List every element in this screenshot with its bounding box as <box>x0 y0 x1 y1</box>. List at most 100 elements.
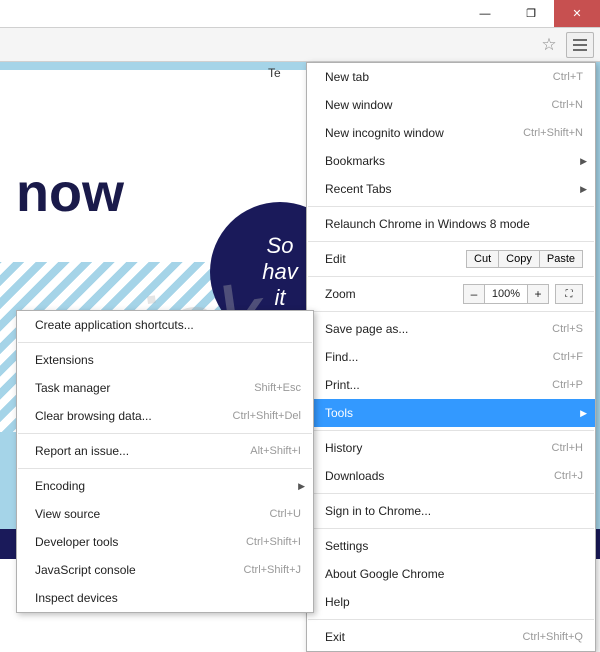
chrome-main-menu: New tabCtrl+TNew windowCtrl+NNew incogni… <box>306 62 596 652</box>
tools-menu-item-developer-tools[interactable]: Developer toolsCtrl+Shift+I <box>17 528 313 556</box>
menu-item-label: Extensions <box>35 353 301 367</box>
menu-item-label: Save page as... <box>325 322 552 336</box>
zoom-value: 100% <box>485 284 527 304</box>
main-menu-item-edit[interactable]: EditCutCopyPaste <box>307 245 595 273</box>
menu-shortcut: Ctrl+N <box>552 99 583 111</box>
menu-item-label: Task manager <box>35 381 254 395</box>
menu-separator <box>18 342 312 343</box>
main-menu-item-about-google-chrome[interactable]: About Google Chrome <box>307 560 595 588</box>
main-menu-item-help[interactable]: Help <box>307 588 595 616</box>
menu-item-label: Help <box>325 595 583 609</box>
menu-item-label: Find... <box>325 350 553 364</box>
menu-shortcut: Shift+Esc <box>254 382 301 394</box>
paste-button[interactable]: Paste <box>539 250 583 268</box>
menu-separator <box>18 433 312 434</box>
main-menu-item-exit[interactable]: ExitCtrl+Shift+Q <box>307 623 595 651</box>
menu-shortcut: Ctrl+S <box>552 323 583 335</box>
main-menu-item-recent-tabs[interactable]: Recent Tabs▶ <box>307 175 595 203</box>
cut-button[interactable]: Cut <box>466 250 498 268</box>
menu-shortcut: Ctrl+Shift+N <box>523 127 583 139</box>
edit-button-group: CutCopyPaste <box>466 250 583 268</box>
menu-item-label: Encoding <box>35 479 301 493</box>
window-minimize-button[interactable]: — <box>462 0 508 27</box>
menu-shortcut: Ctrl+H <box>552 442 583 454</box>
copy-button[interactable]: Copy <box>498 250 539 268</box>
hamburger-menu-button[interactable] <box>566 32 594 58</box>
main-menu-item-history[interactable]: HistoryCtrl+H <box>307 434 595 462</box>
menu-item-label: Clear browsing data... <box>35 409 233 423</box>
main-menu-item-settings[interactable]: Settings <box>307 532 595 560</box>
menu-separator <box>308 528 594 529</box>
tools-menu-item-clear-browsing-data[interactable]: Clear browsing data...Ctrl+Shift+Del <box>17 402 313 430</box>
main-menu-item-tools[interactable]: Tools▶ <box>307 399 595 427</box>
menu-separator <box>308 206 594 207</box>
main-menu-item-bookmarks[interactable]: Bookmarks▶ <box>307 147 595 175</box>
browser-toolbar: ☆ <box>0 28 600 62</box>
menu-separator <box>308 493 594 494</box>
submenu-arrow-icon: ▶ <box>580 184 587 195</box>
window-titlebar: — ❐ ✕ <box>0 0 600 28</box>
menu-item-label: Zoom <box>325 287 463 301</box>
menu-item-label: Recent Tabs <box>325 182 583 196</box>
menu-shortcut: Ctrl+Shift+I <box>246 536 301 548</box>
tools-menu-item-inspect-devices[interactable]: Inspect devices <box>17 584 313 612</box>
tools-menu-item-task-manager[interactable]: Task managerShift+Esc <box>17 374 313 402</box>
zoom-controls: –100%+ ⛶ <box>463 284 583 304</box>
menu-item-label: Inspect devices <box>35 591 301 605</box>
tools-menu-item-encoding[interactable]: Encoding▶ <box>17 472 313 500</box>
menu-item-label: Settings <box>325 539 583 553</box>
menu-item-label: Edit <box>325 252 466 266</box>
menu-separator <box>18 468 312 469</box>
menu-shortcut: Ctrl+Shift+Del <box>233 410 301 422</box>
bookmark-star-icon[interactable]: ☆ <box>538 34 560 56</box>
fullscreen-button[interactable]: ⛶ <box>555 284 583 304</box>
submenu-arrow-icon: ▶ <box>580 156 587 167</box>
main-menu-item-new-window[interactable]: New windowCtrl+N <box>307 91 595 119</box>
main-menu-item-find[interactable]: Find...Ctrl+F <box>307 343 595 371</box>
main-menu-item-save-page-as[interactable]: Save page as...Ctrl+S <box>307 315 595 343</box>
menu-separator <box>308 619 594 620</box>
menu-item-label: Downloads <box>325 469 554 483</box>
brand-heading: now <box>16 162 124 224</box>
menu-item-label: Create application shortcuts... <box>35 318 301 332</box>
menu-shortcut: Ctrl+P <box>552 379 583 391</box>
main-menu-item-zoom[interactable]: Zoom–100%+ ⛶ <box>307 280 595 308</box>
tools-menu-item-create-application-shortcuts[interactable]: Create application shortcuts... <box>17 311 313 339</box>
tools-submenu: Create application shortcuts... Extension… <box>16 310 314 613</box>
menu-separator <box>308 241 594 242</box>
menu-item-label: Sign in to Chrome... <box>325 504 583 518</box>
zoom-in-button[interactable]: + <box>527 284 549 304</box>
window-maximize-button[interactable]: ❐ <box>508 0 554 27</box>
menu-item-label: Report an issue... <box>35 444 250 458</box>
tools-menu-item-javascript-console[interactable]: JavaScript consoleCtrl+Shift+J <box>17 556 313 584</box>
menu-item-label: About Google Chrome <box>325 567 583 581</box>
main-menu-item-downloads[interactable]: DownloadsCtrl+J <box>307 462 595 490</box>
main-menu-item-new-incognito-window[interactable]: New incognito windowCtrl+Shift+N <box>307 119 595 147</box>
truncated-text: Te <box>268 66 281 80</box>
tools-menu-item-view-source[interactable]: View sourceCtrl+U <box>17 500 313 528</box>
tools-menu-item-extensions[interactable]: Extensions <box>17 346 313 374</box>
menu-item-label: New tab <box>325 70 553 84</box>
menu-shortcut: Ctrl+F <box>553 351 583 363</box>
menu-item-label: Bookmarks <box>325 154 583 168</box>
main-menu-item-sign-in-to-chrome[interactable]: Sign in to Chrome... <box>307 497 595 525</box>
tools-menu-item-report-an-issue[interactable]: Report an issue...Alt+Shift+I <box>17 437 313 465</box>
menu-shortcut: Ctrl+J <box>554 470 583 482</box>
menu-separator <box>308 311 594 312</box>
window-close-button[interactable]: ✕ <box>554 0 600 27</box>
menu-separator <box>308 430 594 431</box>
main-menu-item-new-tab[interactable]: New tabCtrl+T <box>307 63 595 91</box>
submenu-arrow-icon: ▶ <box>580 408 587 419</box>
submenu-arrow-icon: ▶ <box>298 481 305 492</box>
menu-item-label: Print... <box>325 378 552 392</box>
menu-item-label: View source <box>35 507 270 521</box>
menu-item-label: New window <box>325 98 552 112</box>
menu-item-label: Developer tools <box>35 535 246 549</box>
zoom-out-button[interactable]: – <box>463 284 485 304</box>
menu-separator <box>308 276 594 277</box>
menu-item-label: Exit <box>325 630 522 644</box>
main-menu-item-print[interactable]: Print...Ctrl+P <box>307 371 595 399</box>
main-menu-item-relaunch-chrome-in-windows-8-mode[interactable]: Relaunch Chrome in Windows 8 mode <box>307 210 595 238</box>
menu-item-label: Tools <box>325 406 583 420</box>
menu-shortcut: Ctrl+Shift+Q <box>522 631 583 643</box>
